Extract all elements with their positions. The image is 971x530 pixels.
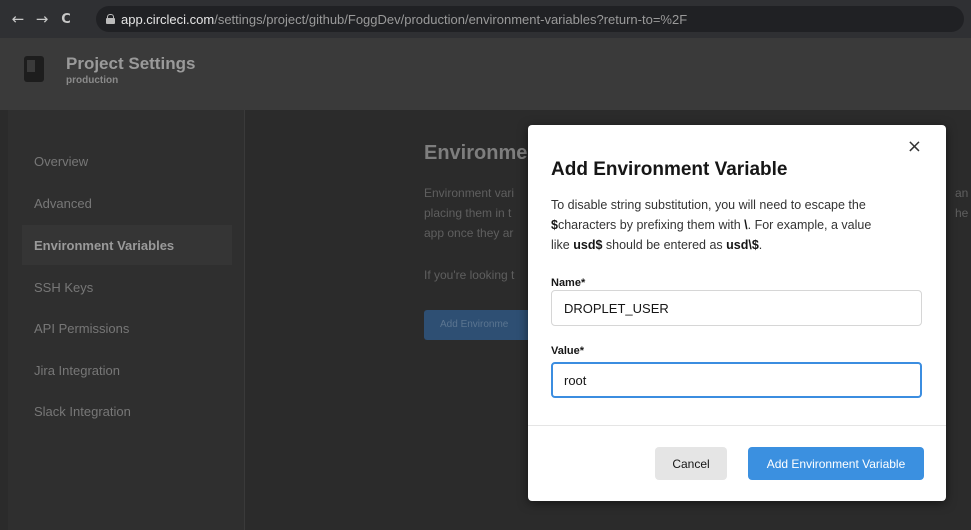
- sidebar-item-ssh-keys[interactable]: SSH Keys: [34, 280, 93, 295]
- desc-text: . For example, a value: [747, 218, 872, 232]
- sidebar-item-advanced[interactable]: Advanced: [34, 196, 92, 211]
- dialog-title: Add Environment Variable: [551, 159, 788, 180]
- desc-text: To disable string substitution, you will…: [551, 198, 866, 212]
- lock-icon: [106, 14, 115, 24]
- browser-toolbar: ← → C app.circleci.com/settings/project/…: [0, 0, 971, 38]
- sidebar-item-environment-variables[interactable]: Environment Variables: [34, 238, 174, 253]
- section-text-line: placing them in t: [424, 206, 512, 220]
- back-arrow-icon[interactable]: ←: [6, 10, 30, 28]
- settings-sidebar: Overview Advanced Environment Variables …: [8, 110, 245, 530]
- section-text-line: app once they ar: [424, 226, 514, 240]
- dialog-divider: [528, 425, 946, 426]
- dialog-description: To disable string substitution, you will…: [551, 195, 926, 255]
- reload-icon[interactable]: C: [54, 12, 78, 27]
- desc-text: like: [551, 238, 574, 252]
- desc-text: characters by prefixing them with: [557, 218, 745, 232]
- project-logo-icon: [24, 56, 44, 82]
- name-label: Name*: [551, 277, 586, 289]
- sidebar-item-slack-integration[interactable]: Slack Integration: [34, 404, 131, 419]
- desc-text: .: [758, 238, 763, 252]
- forward-arrow-icon[interactable]: →: [30, 10, 54, 28]
- desc-code: usd$: [573, 238, 603, 252]
- sidebar-item-overview[interactable]: Overview: [34, 154, 88, 169]
- value-label: Value*: [551, 345, 585, 357]
- section-text-fragment: an: [955, 186, 969, 200]
- url-path: /settings/project/github/FoggDev/product…: [214, 11, 688, 27]
- value-input[interactable]: [551, 362, 922, 398]
- section-text-line: Environment vari: [424, 186, 515, 200]
- sidebar-item-api-permissions[interactable]: API Permissions: [34, 321, 129, 336]
- name-input[interactable]: [551, 290, 922, 326]
- project-name: production: [66, 75, 119, 86]
- add-env-var-dialog: × Add Environment Variable To disable st…: [528, 125, 946, 501]
- cancel-button[interactable]: Cancel: [655, 447, 727, 480]
- address-bar[interactable]: app.circleci.com/settings/project/github…: [96, 6, 964, 32]
- desc-code: usd\$: [726, 238, 759, 252]
- page-title: Project Settings: [66, 54, 196, 73]
- add-environment-variable-button[interactable]: Add Environment Variable: [748, 447, 924, 480]
- url-host: app.circleci.com: [121, 11, 215, 27]
- sidebar-item-jira-integration[interactable]: Jira Integration: [34, 363, 120, 378]
- desc-code: $: [551, 218, 558, 232]
- add-environment-variable-button-background[interactable]: Add Environme: [424, 310, 534, 340]
- help-text: If you're looking t: [424, 268, 515, 282]
- project-header: Project Settings production: [0, 38, 971, 110]
- section-heading: Environmen: [424, 142, 540, 164]
- close-icon[interactable]: ×: [907, 136, 922, 157]
- section-text-fragment: he: [955, 206, 969, 220]
- desc-text: should be entered as: [602, 238, 727, 252]
